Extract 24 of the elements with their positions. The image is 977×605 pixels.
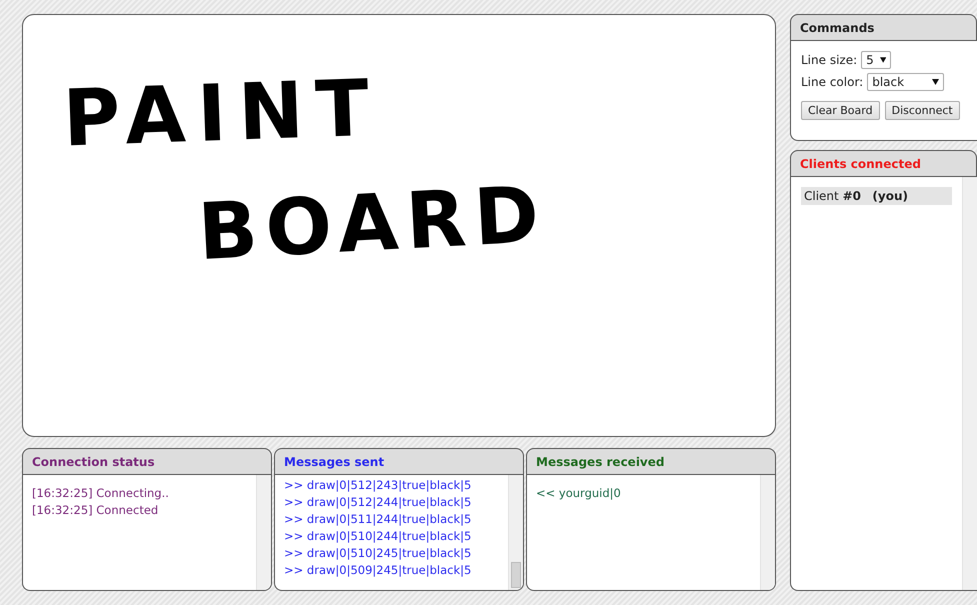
client-item[interactable]: Client #0 (you): [801, 187, 952, 205]
log-line: << yourguid|0: [536, 485, 622, 502]
log-line: >> draw|0|512|244|true|black|5: [284, 494, 472, 512]
line-size-label: Line size:: [801, 53, 858, 67]
line-color-label: Line color:: [801, 75, 864, 89]
log-line: >> draw|0|510|244|true|black|5: [284, 528, 472, 546]
log-line: >> draw|0|510|245|true|black|5: [284, 545, 472, 562]
paint-board[interactable]: PAINT BOARD: [22, 14, 776, 438]
command-button[interactable]: Clear Board: [801, 101, 880, 120]
panel-header: Commands: [790, 14, 977, 41]
panel-header: Messages received: [526, 448, 776, 476]
panel-header: Clients connected: [790, 150, 977, 177]
line-color-select[interactable]: black: [867, 73, 944, 91]
handwritten-text: PAINT: [62, 69, 382, 159]
log-line: [16:32:25] Connecting..: [32, 485, 170, 502]
log-line: >> draw|0|511|244|true|black|5: [284, 511, 472, 528]
line-size-select[interactable]: 5: [861, 51, 892, 69]
log-line: [16:32:25] Connected: [32, 502, 160, 520]
panel-header: Messages sent: [274, 448, 524, 476]
handwritten-text: BOARD: [196, 176, 549, 272]
log-line: >> draw|0|512|243|true|black|5: [284, 477, 472, 494]
command-button[interactable]: Disconnect: [884, 101, 960, 120]
panel-header: Connection status: [22, 448, 272, 476]
log-line: >> draw|0|509|245|true|black|5: [284, 562, 472, 580]
